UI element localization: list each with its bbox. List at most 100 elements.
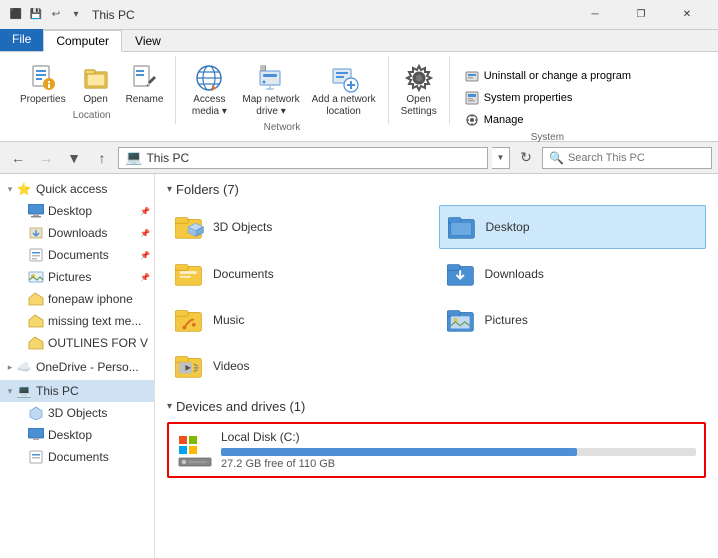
devices-chevron: ▾	[167, 401, 172, 412]
uninstall-button[interactable]: Uninstall or change a program	[458, 66, 637, 86]
fonepaw-icon	[28, 291, 44, 307]
forward-button[interactable]: →	[34, 146, 58, 170]
tab-view[interactable]: View	[122, 30, 174, 52]
thispc-text: This PC	[36, 384, 150, 398]
rename-button[interactable]: Rename	[122, 60, 168, 108]
documents2-icon	[28, 449, 44, 465]
sidebar-item-downloads-pinned[interactable]: Downloads 📌	[0, 222, 154, 244]
dropdown-icon[interactable]: ▾	[68, 7, 84, 23]
folder-documents-label: Documents	[213, 267, 274, 281]
disk-bar-bg	[221, 448, 696, 456]
tab-computer[interactable]: Computer	[43, 30, 122, 52]
sidebar-item-outlines[interactable]: OUTLINES FOR V	[0, 332, 154, 354]
properties-button[interactable]: Properties	[16, 60, 70, 108]
disk-icon	[177, 432, 213, 468]
properties-icon	[27, 62, 59, 94]
pin-icon2: 📌	[140, 229, 150, 238]
sidebar-item-3dobjects[interactable]: 3D Objects	[0, 402, 154, 424]
folder-3dobjects[interactable]: 3D Objects	[167, 205, 435, 249]
location-group-items: Properties Open	[16, 56, 167, 108]
access-media-icon	[193, 62, 225, 94]
disk-size: 27.2 GB free of 110 GB	[221, 458, 696, 470]
sidebar-item-desktop[interactable]: Desktop	[0, 424, 154, 446]
sidebar-item-pictures-pinned[interactable]: Pictures 📌	[0, 266, 154, 288]
address-dropdown[interactable]: ▼	[492, 147, 510, 169]
sidebar-item-missing-text[interactable]: missing text me...	[0, 310, 154, 332]
manage-button[interactable]: Manage	[458, 110, 637, 130]
network-group-label: Network	[184, 120, 379, 136]
ribbon: Properties Open	[0, 52, 718, 142]
folder-3d-icon	[175, 211, 207, 243]
back-button[interactable]: ←	[6, 146, 30, 170]
onedrive-text: OneDrive - Perso...	[36, 360, 150, 374]
system-props-icon	[464, 90, 480, 106]
folder-videos[interactable]: Videos	[167, 345, 435, 387]
title-bar: ⬛ 💾 ↩ ▾ This PC ─ ❐ ✕	[0, 0, 718, 30]
outlines-icon	[28, 335, 44, 351]
svg-text:▤: ▤	[260, 65, 267, 72]
folder-3dobjects-label: 3D Objects	[213, 220, 272, 234]
ribbon-group-settings: OpenSettings	[389, 56, 450, 124]
system-properties-button[interactable]: System properties	[458, 88, 637, 108]
onedrive-header[interactable]: ▸ ☁️ OneDrive - Perso...	[0, 356, 154, 378]
address-path[interactable]: 💻 This PC	[118, 147, 488, 169]
folders-section-header[interactable]: ▾ Folders (7)	[167, 182, 706, 197]
recent-locations-button[interactable]: ▼	[62, 146, 86, 170]
open-settings-button[interactable]: OpenSettings	[397, 60, 441, 120]
folders-label: Folders (7)	[176, 182, 239, 197]
sidebar-item-documents[interactable]: Documents	[0, 446, 154, 468]
device-local-disk[interactable]: Local Disk (C:) 27.2 GB free of 110 GB	[167, 422, 706, 478]
folder-desktop-icon	[448, 211, 480, 243]
folder-downloads-icon	[447, 258, 479, 290]
sidebar-item-fonepaw[interactable]: fonepaw iphone	[0, 288, 154, 310]
undo-icon: ↩	[48, 7, 64, 23]
pictures-text: Pictures	[48, 270, 138, 284]
folder-downloads-label: Downloads	[485, 267, 544, 281]
onedrive-expand: ▸	[4, 356, 16, 378]
uninstall-label: Uninstall or change a program	[484, 70, 631, 82]
disk-bar-fill	[221, 448, 577, 456]
onedrive-section: ▸ ☁️ OneDrive - Perso...	[0, 356, 154, 378]
up-button[interactable]: ↑	[90, 146, 114, 170]
restore-button[interactable]: ❐	[618, 0, 664, 30]
thispc-section: ▾ 💻 This PC 3D Objects Desktop	[0, 380, 154, 468]
quick-access-label: Quick access	[36, 182, 150, 196]
open-label: Open	[83, 94, 107, 106]
access-media-button[interactable]: Accessmedia ▾	[184, 60, 234, 120]
folder-videos-icon	[175, 350, 207, 382]
map-network-drive-button[interactable]: ▤ Map networkdrive ▾	[238, 60, 303, 120]
content-area: ▾ Folders (7) 3D Objects	[155, 174, 718, 558]
map-network-icon: ▤	[255, 62, 287, 94]
folder-pictures-label: Pictures	[485, 313, 528, 327]
close-button[interactable]: ✕	[664, 0, 710, 30]
thispc-header[interactable]: ▾ 💻 This PC	[0, 380, 154, 402]
folder-music[interactable]: Music	[167, 299, 435, 341]
quick-access-expand: ▾	[4, 178, 16, 200]
tab-file[interactable]: File	[0, 29, 43, 51]
pictures-icon	[28, 269, 44, 285]
folder-desktop-label: Desktop	[486, 220, 530, 234]
open-button[interactable]: Open	[74, 60, 118, 108]
ribbon-group-system: Uninstall or change a program System pro…	[450, 56, 645, 124]
location-group-label: Location	[16, 108, 167, 124]
folder-downloads[interactable]: Downloads	[439, 253, 707, 295]
pin-icon3: 📌	[140, 251, 150, 260]
folder-desktop[interactable]: Desktop	[439, 205, 707, 249]
search-box[interactable]: 🔍	[542, 147, 712, 169]
quick-access-icon: ⭐	[16, 181, 32, 197]
system-items-list: Uninstall or change a program System pro…	[458, 60, 637, 130]
documents-text: Documents	[48, 248, 138, 262]
quick-access-header[interactable]: ▾ ⭐ Quick access	[0, 178, 154, 200]
desktop-text: Desktop	[48, 204, 138, 218]
minimize-button[interactable]: ─	[572, 0, 618, 30]
thispc-expand: ▾	[4, 380, 16, 402]
search-input[interactable]	[568, 152, 705, 164]
devices-section-header[interactable]: ▾ Devices and drives (1)	[167, 399, 706, 414]
folder-pictures[interactable]: Pictures	[439, 299, 707, 341]
access-media-label: Accessmedia ▾	[192, 94, 227, 118]
add-network-location-button[interactable]: Add a networklocation	[308, 60, 380, 120]
sidebar-item-documents-pinned[interactable]: Documents 📌	[0, 244, 154, 266]
folder-documents[interactable]: Documents	[167, 253, 435, 295]
sidebar-item-desktop-pinned[interactable]: Desktop 📌	[0, 200, 154, 222]
refresh-button[interactable]: ↻	[514, 146, 538, 170]
